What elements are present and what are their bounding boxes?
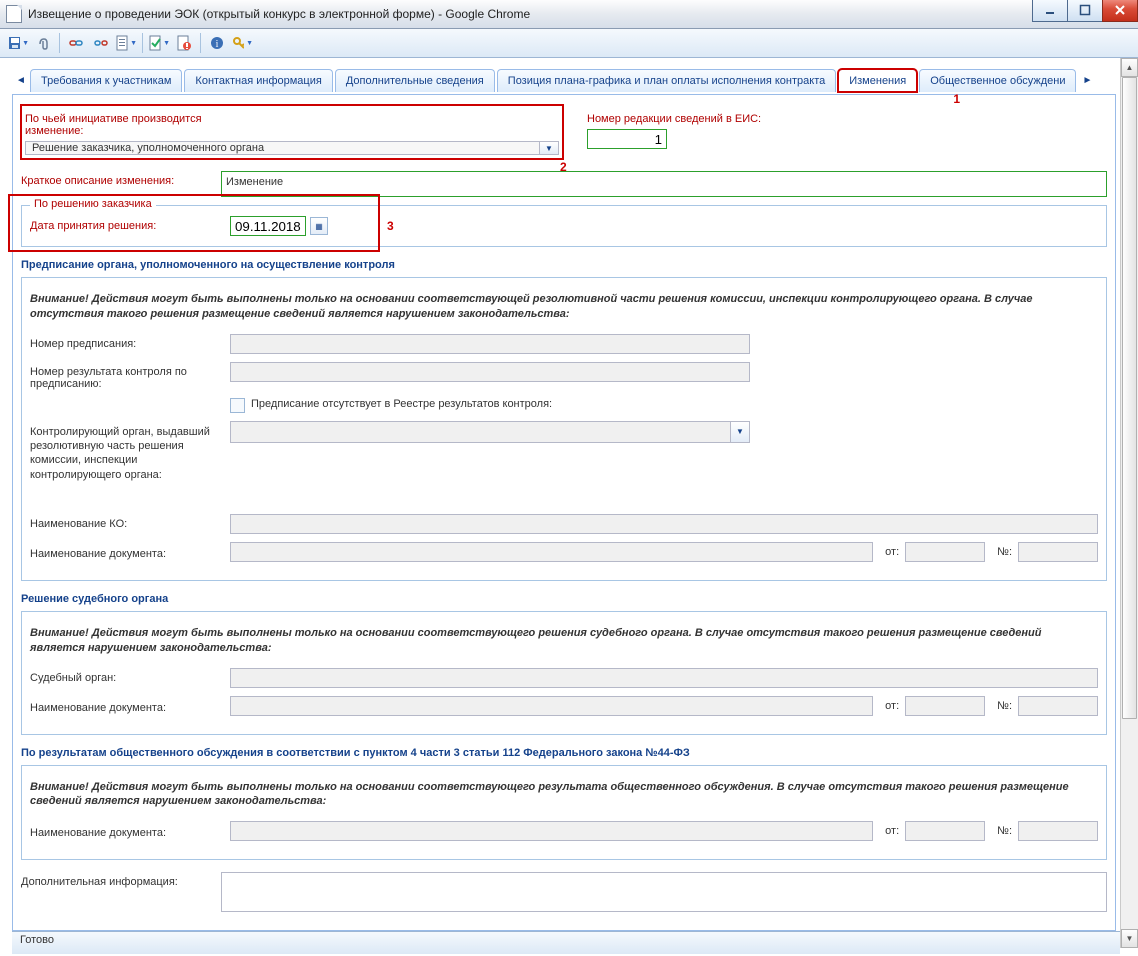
doc-dropdown-icon[interactable]: ▼ [114, 31, 138, 55]
doc-check-icon[interactable]: ▼ [147, 31, 171, 55]
attach-icon[interactable] [31, 31, 55, 55]
court-organ-input[interactable] [230, 668, 1098, 688]
tab-strip: ◄ Требования к участникам Контактная инф… [12, 66, 1116, 95]
prescription-absent-label: Предписание отсутствует в Реестре резуль… [251, 398, 552, 413]
annotation-1: 1 [953, 92, 960, 106]
number-label: №: [985, 546, 1018, 558]
initiative-value: Решение заказчика, уполномоченного орган… [32, 142, 264, 154]
tab-requirements[interactable]: Требования к участникам [30, 69, 182, 92]
link-break-icon[interactable] [89, 31, 113, 55]
toolbar: ▼ ▼ ▼ i ▼ [0, 29, 1138, 58]
initiative-label: По чьей инициативе производится изменени… [25, 109, 225, 137]
public-doc-label: Наименование документа: [30, 823, 230, 839]
brief-label: Краткое описание изменения: [21, 171, 221, 197]
page-icon [6, 5, 22, 23]
court-organ-label: Судебный орган: [30, 668, 230, 688]
maximize-button[interactable] [1067, 0, 1103, 22]
window-titlebar: Извещение о проведении ЭОК (открытый кон… [0, 0, 1138, 29]
tab-scroll-right[interactable]: ► [1078, 69, 1096, 91]
court-doc-input[interactable] [230, 696, 873, 716]
control-doc-label: Наименование документа: [30, 544, 230, 560]
svg-text:i: i [216, 39, 219, 50]
court-doc-date[interactable] [905, 696, 985, 716]
tab-additional[interactable]: Дополнительные сведения [335, 69, 495, 92]
public-warning: Внимание! Действия могут быть выполнены … [30, 780, 1098, 810]
control-fieldset: Внимание! Действия могут быть выполнены … [21, 277, 1107, 581]
tab-contact[interactable]: Контактная информация [184, 69, 332, 92]
control-organ-label: Контролирующий орган, выдавший резолютив… [30, 421, 230, 482]
ko-name-label: Наименование КО: [30, 514, 230, 534]
scroll-up-icon[interactable]: ▲ [1121, 58, 1138, 77]
redaction-input[interactable] [587, 129, 667, 149]
tab-scroll-left[interactable]: ◄ [12, 69, 30, 91]
prescription-absent-checkbox[interactable] [230, 398, 245, 413]
decision-date-input[interactable] [230, 216, 306, 236]
control-organ-select[interactable]: ▼ [230, 421, 750, 443]
tab-changes[interactable]: Изменения [838, 69, 917, 92]
court-title: Решение судебного органа [21, 593, 1107, 605]
status-bar: Готово [12, 931, 1120, 954]
court-fieldset: Внимание! Действия могут быть выполнены … [21, 611, 1107, 735]
initiative-select[interactable]: Решение заказчика, уполномоченного орган… [25, 141, 559, 155]
control-result-label: Номер результата контроля по предписанию… [30, 362, 230, 390]
scroll-down-icon[interactable]: ▼ [1121, 929, 1138, 948]
control-result-input[interactable] [230, 362, 750, 382]
minimize-button[interactable] [1032, 0, 1068, 22]
form-pane: По чьей инициативе производится изменени… [12, 95, 1116, 931]
ko-name-input[interactable] [230, 514, 1098, 534]
window-title: Извещение о проведении ЭОК (открытый кон… [28, 7, 530, 21]
key-icon[interactable]: ▼ [230, 31, 254, 55]
control-warning: Внимание! Действия могут быть выполнены … [30, 292, 1098, 322]
public-doc-number[interactable] [1018, 821, 1098, 841]
help-icon[interactable]: i [205, 31, 229, 55]
chevron-down-icon: ▼ [539, 142, 558, 154]
save-button[interactable]: ▼ [6, 31, 30, 55]
redaction-label: Номер редакции сведений в ЕИС: [587, 109, 787, 125]
public-fieldset: Внимание! Действия могут быть выполнены … [21, 765, 1107, 861]
chevron-down-icon: ▼ [730, 422, 749, 442]
public-doc-input[interactable] [230, 821, 873, 841]
brief-textarea[interactable]: Изменение [221, 171, 1107, 197]
from-label: от: [873, 546, 905, 558]
extra-info-textarea[interactable] [221, 872, 1107, 912]
vertical-scrollbar[interactable]: ▲ ▼ [1120, 58, 1138, 948]
close-button[interactable] [1102, 0, 1138, 22]
control-doc-date[interactable] [905, 542, 985, 562]
annotation-2: 2 [560, 160, 567, 174]
annotation-3: 3 [387, 219, 394, 233]
scroll-thumb[interactable] [1122, 77, 1137, 719]
court-doc-label: Наименование документа: [30, 698, 230, 714]
control-doc-input[interactable] [230, 542, 873, 562]
control-doc-number[interactable] [1018, 542, 1098, 562]
extra-info-label: Дополнительная информация: [21, 872, 221, 912]
public-title: По результатам общественного обсуждения … [21, 747, 1107, 759]
customer-legend: По решению заказчика [30, 198, 156, 210]
tab-schedule-position[interactable]: Позиция плана-графика и план оплаты испо… [497, 69, 836, 92]
tab-public-discussion[interactable]: Общественное обсуждени [919, 69, 1076, 92]
link-add-icon[interactable] [64, 31, 88, 55]
prescription-num-input[interactable] [230, 334, 750, 354]
customer-fieldset: По решению заказчика Дата принятия решен… [21, 205, 1107, 247]
public-doc-date[interactable] [905, 821, 985, 841]
calendar-icon[interactable]: ▦ [310, 217, 328, 235]
court-doc-number[interactable] [1018, 696, 1098, 716]
decision-date-label: Дата принятия решения: [30, 216, 230, 236]
control-title: Предписание органа, уполномоченного на о… [21, 259, 1107, 271]
court-warning: Внимание! Действия могут быть выполнены … [30, 626, 1098, 656]
doc-warning-icon[interactable] [172, 31, 196, 55]
prescription-num-label: Номер предписания: [30, 334, 230, 354]
